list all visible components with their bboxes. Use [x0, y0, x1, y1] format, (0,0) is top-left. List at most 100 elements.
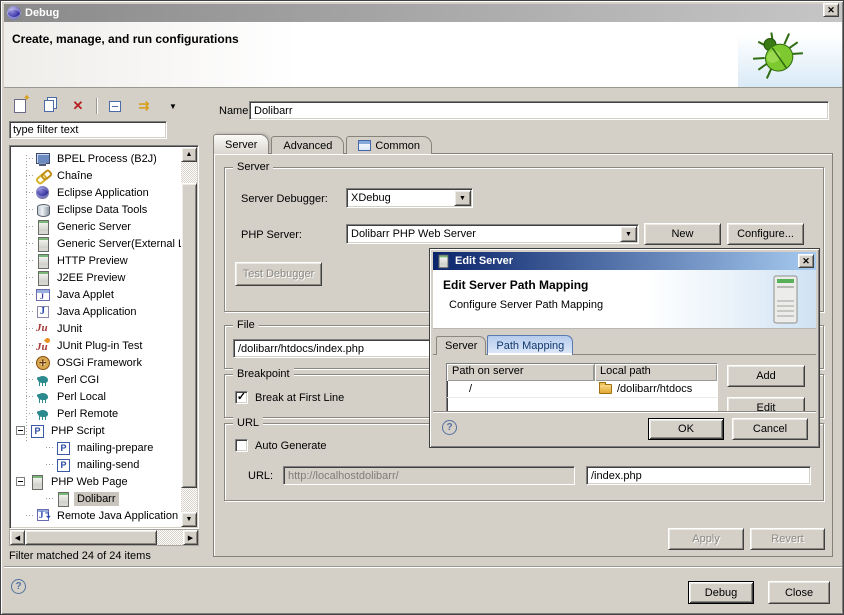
server-debugger-combo[interactable]: XDebug: [346, 188, 473, 208]
tree-item-label: Java Applet: [54, 288, 117, 302]
remote-java-icon: [35, 508, 51, 524]
break-first-line-label: Break at First Line: [255, 392, 344, 404]
configure-server-button[interactable]: Configure...: [727, 223, 804, 245]
filter-button[interactable]: [133, 96, 155, 116]
tree-item-java-application[interactable]: Java Application: [11, 303, 181, 320]
tree-item-label: mailing-prepare: [74, 441, 156, 455]
tree-item-php-script[interactable]: PHP Script: [11, 422, 181, 439]
delete-icon: [73, 98, 84, 114]
tree-item-label: PHP Script: [48, 424, 108, 438]
tree-item-generic-server-external[interactable]: Generic Server(External La: [11, 235, 181, 252]
breakpoint-group-legend: Breakpoint: [233, 368, 294, 380]
tree-item-junit[interactable]: JUnit: [11, 320, 181, 337]
scroll-up-icon[interactable]: ▲: [181, 147, 197, 162]
tab-advanced[interactable]: Advanced: [271, 136, 344, 154]
php-server-combo[interactable]: Dolibarr PHP Web Server: [346, 224, 639, 244]
configurations-tree: BPEL Process (B2J) Chaîne Eclipse Applic…: [9, 145, 199, 529]
header-banner: Create, manage, and run configurations: [4, 22, 842, 88]
column-header-local-path[interactable]: Local path: [595, 364, 717, 381]
tab-label: Server: [225, 139, 257, 151]
tab-common[interactable]: Common: [346, 136, 432, 154]
path-mapping-table: Path on server Local path / /dolibarr/ht…: [446, 363, 718, 412]
tree-item-perl-cgi[interactable]: Perl CGI: [11, 371, 181, 388]
collapse-expander-icon[interactable]: [16, 477, 25, 486]
server-icon: [35, 236, 51, 252]
table-row[interactable]: / /dolibarr/htdocs: [447, 381, 717, 398]
tab-label: Common: [375, 140, 420, 152]
local-path-text: /dolibarr/htdocs: [617, 383, 692, 395]
tree-item-remote-java[interactable]: Remote Java Application: [11, 507, 181, 524]
filter-input[interactable]: [10, 122, 166, 138]
tree-item-http-preview[interactable]: HTTP Preview: [11, 252, 181, 269]
collapse-all-button[interactable]: [104, 96, 126, 116]
window-close-button[interactable]: [823, 3, 839, 17]
new-server-button[interactable]: New: [644, 223, 721, 245]
name-input[interactable]: [249, 101, 829, 120]
path-mapping-tab-content: Path on server Local path / /dolibarr/ht…: [433, 354, 816, 412]
tree-item-osgi[interactable]: OSGi Framework: [11, 354, 181, 371]
perl-camel-icon: [35, 372, 51, 388]
dialog-tab-server[interactable]: Server: [436, 336, 486, 355]
dialog-help-icon[interactable]: ?: [442, 420, 457, 435]
tree-item-perl-local[interactable]: Perl Local: [11, 388, 181, 405]
tree-item-label: Chaîne: [54, 169, 95, 183]
scroll-right-icon[interactable]: ▶: [183, 530, 198, 545]
ok-button[interactable]: OK: [648, 418, 724, 440]
scrollbar-thumb[interactable]: [25, 530, 157, 545]
cancel-button[interactable]: Cancel: [732, 418, 808, 440]
url-base-input: [283, 466, 575, 485]
apply-button: Apply: [668, 528, 744, 550]
delete-configuration-button[interactable]: [67, 96, 89, 116]
collapse-all-icon: [109, 101, 121, 112]
dialog-close-button[interactable]: [798, 254, 814, 268]
tree-item-j2ee-preview[interactable]: J2EE Preview: [11, 269, 181, 286]
tree-item-mailing-send[interactable]: mailing-send: [11, 456, 181, 473]
column-header-path-on-server[interactable]: Path on server: [447, 364, 595, 381]
filter-menu-button[interactable]: [162, 96, 184, 116]
auto-generate-checkbox[interactable]: [235, 439, 248, 452]
bpel-process-icon: [35, 151, 51, 167]
tree-item-eclipse-data-tools[interactable]: Eclipse Data Tools: [11, 201, 181, 218]
tree-item-java-applet[interactable]: Java Applet: [11, 286, 181, 303]
tree-item-label: Remote Java Application: [54, 509, 181, 523]
edit-mapping-button[interactable]: Edit: [727, 397, 805, 412]
tree-item-chaine[interactable]: Chaîne: [11, 167, 181, 184]
tree-item-php-web-page[interactable]: PHP Web Page: [11, 473, 181, 490]
perl-camel-icon: [35, 389, 51, 405]
tree-horizontal-scrollbar[interactable]: ◀ ▶: [9, 529, 199, 546]
tab-server[interactable]: Server: [213, 134, 269, 154]
combo-arrow-icon[interactable]: [620, 226, 637, 242]
url-path-input[interactable]: [586, 466, 811, 485]
scrollbar-thumb[interactable]: [181, 183, 197, 488]
tree-item-generic-server[interactable]: Generic Server: [11, 218, 181, 235]
collapse-expander-icon[interactable]: [16, 426, 25, 435]
add-mapping-button[interactable]: Add: [727, 365, 805, 387]
new-configuration-button[interactable]: [9, 96, 31, 116]
scroll-down-icon[interactable]: ▼: [181, 512, 197, 527]
tree-item-perl-remote[interactable]: Perl Remote: [11, 405, 181, 422]
break-first-line-checkbox[interactable]: [235, 391, 248, 404]
tree-item-bpel[interactable]: BPEL Process (B2J): [11, 150, 181, 167]
debug-button[interactable]: Debug: [688, 581, 754, 604]
tree-item-label: BPEL Process (B2J): [54, 152, 160, 166]
configurations-toolbar: [9, 94, 199, 118]
debug-window: Debug Create, manage, and run configurat…: [0, 0, 844, 615]
tree-item-mailing-prepare[interactable]: mailing-prepare: [11, 439, 181, 456]
revert-button: Revert: [750, 528, 825, 550]
help-icon[interactable]: ?: [11, 579, 26, 594]
duplicate-configuration-button[interactable]: [38, 96, 60, 116]
server-icon: [35, 270, 51, 286]
dialog-subheading: Configure Server Path Mapping: [449, 299, 603, 311]
tree-vertical-scrollbar[interactable]: ▲ ▼: [181, 147, 197, 527]
server-path-cell: /: [447, 383, 595, 395]
close-button[interactable]: Close: [768, 581, 830, 604]
local-path-cell: /dolibarr/htdocs: [595, 383, 717, 395]
tree-item-junit-plugin[interactable]: JUnit Plug-in Test: [11, 337, 181, 354]
dialog-tab-path-mapping[interactable]: Path Mapping: [487, 335, 573, 355]
dialog-heading: Edit Server Path Mapping: [443, 278, 588, 292]
combo-arrow-icon[interactable]: [454, 190, 471, 206]
tree-item-eclipse-application[interactable]: Eclipse Application: [11, 184, 181, 201]
scroll-left-icon[interactable]: ◀: [10, 530, 25, 545]
dialog-titlebar: Edit Server: [433, 252, 816, 270]
tree-item-dolibarr[interactable]: Dolibarr: [11, 490, 181, 507]
